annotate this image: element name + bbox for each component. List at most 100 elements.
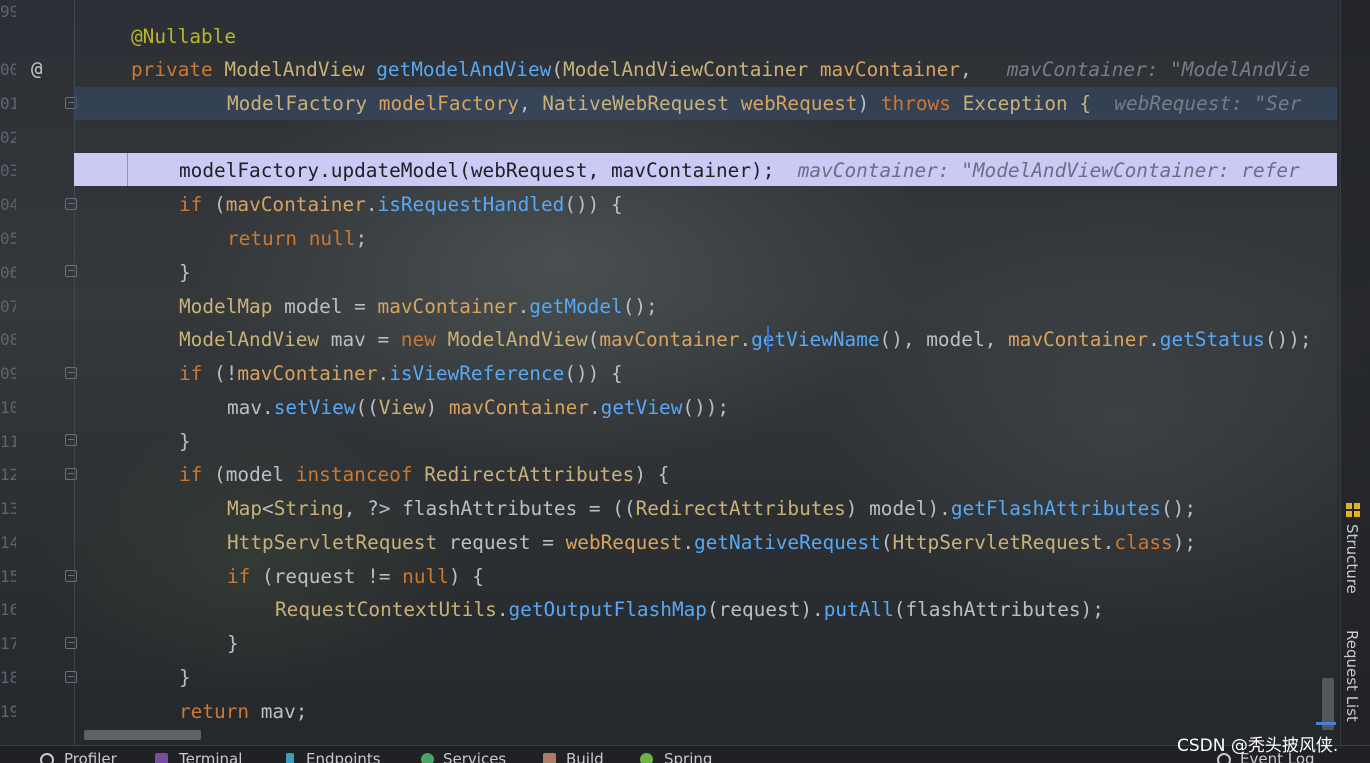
line-number-gutter[interactable]: 99 00 01 02 03 04 05 06 07 08 09 10 11 1… xyxy=(0,0,77,745)
punct: . xyxy=(377,362,390,385)
punct: ) xyxy=(857,92,870,115)
punct: (( xyxy=(355,396,379,419)
method-call: getView xyxy=(600,396,683,419)
watermark: CSDN @秃头披风侠. xyxy=(1177,736,1339,756)
method-call: getNativeRequest xyxy=(694,531,881,554)
horizontal-scrollbar-thumb[interactable] xyxy=(84,730,201,740)
keyword: if xyxy=(227,565,251,588)
fold-icon[interactable] xyxy=(65,671,77,683)
fold-icon[interactable] xyxy=(65,637,77,649)
punct: (flashAttributes); xyxy=(893,598,1104,621)
structure-icon xyxy=(1346,503,1360,517)
code-line-current: modelFactory.updateModel(webRequest, mav… xyxy=(179,154,1300,188)
endpoints-tab[interactable]: Endpoints xyxy=(306,750,381,763)
override-icon[interactable]: @ xyxy=(31,56,42,82)
spring-tab[interactable]: Spring xyxy=(664,750,712,763)
fold-icon[interactable] xyxy=(65,468,77,480)
type-name: RedirectAttributes xyxy=(635,497,846,520)
code-line: return mav; xyxy=(179,695,307,729)
bottom-tool-window-bar: Profiler Terminal Endpoints Services Bui… xyxy=(0,745,1370,763)
punct: . xyxy=(588,396,601,419)
scroll-position-marker xyxy=(1316,722,1336,725)
punct: ()); xyxy=(1264,328,1312,351)
punct: . xyxy=(1102,531,1115,554)
type-name: RedirectAttributes xyxy=(424,463,635,486)
type-name: ModelAndView xyxy=(224,58,365,81)
code-line: if (request != null) { xyxy=(227,560,484,594)
method-call: getOutputFlashMap xyxy=(508,598,707,621)
type-name: HttpServletRequest xyxy=(892,531,1103,554)
line-number: 13 xyxy=(0,499,16,518)
line-number: 19 xyxy=(0,702,16,721)
type-name: ModelAndView xyxy=(447,328,588,351)
structure-tab[interactable]: Structure xyxy=(1343,524,1361,594)
line-number: 03 xyxy=(0,161,16,180)
keyword: class xyxy=(1114,531,1173,554)
method-call: getStatus xyxy=(1159,328,1265,351)
type-name: View xyxy=(378,396,426,419)
type-name: HttpServletRequest xyxy=(227,531,438,554)
punct: (! xyxy=(214,362,238,385)
services-tab[interactable]: Services xyxy=(443,750,506,763)
code-line: if (model instanceof RedirectAttributes)… xyxy=(179,458,669,492)
method-call: isRequestHandled xyxy=(377,193,565,216)
code-line: private ModelAndView getModelAndView(Mod… xyxy=(131,53,1310,87)
code-line: mav.setView((View) mavContainer.getView(… xyxy=(227,391,729,425)
profiler-tab[interactable]: Profiler xyxy=(64,750,117,763)
fold-icon[interactable] xyxy=(65,434,77,446)
code-line: } xyxy=(179,666,191,689)
line-number: 15 xyxy=(0,567,16,586)
punct: ()); xyxy=(682,396,730,419)
keyword: if xyxy=(179,362,203,385)
line-number: 04 xyxy=(0,195,16,214)
punct: ) { xyxy=(448,565,484,588)
keyword: if xyxy=(179,193,203,216)
param-name: mavContainer xyxy=(819,58,960,81)
statement: (), model, xyxy=(879,328,997,351)
method-call: getFlashAttributes xyxy=(950,497,1161,520)
param-name: mavContainer xyxy=(1007,328,1149,351)
statement: mav = xyxy=(330,328,390,351)
line-number: 99 xyxy=(0,2,16,21)
param-name: mavContainer xyxy=(599,328,740,351)
line-number: 17 xyxy=(0,634,16,653)
code-line: if (!mavContainer.isViewReference()) { xyxy=(179,357,623,391)
terminal-tab[interactable]: Terminal xyxy=(179,750,242,763)
code-line: return null; xyxy=(227,222,367,256)
type-name: Exception { xyxy=(962,92,1092,115)
fold-icon[interactable] xyxy=(65,570,77,582)
type-name: RequestContextUtils xyxy=(275,598,497,621)
type-name: ModelMap xyxy=(179,295,273,318)
build-tab[interactable]: Build xyxy=(566,750,604,763)
line-number: 09 xyxy=(0,364,16,383)
punct: ( xyxy=(551,58,564,81)
fold-icon[interactable] xyxy=(65,265,77,277)
statement: ) model). xyxy=(845,497,951,520)
method-call: putAll xyxy=(823,598,894,621)
punct: ) xyxy=(425,396,438,419)
punct: , xyxy=(959,58,972,81)
code-line: } xyxy=(179,261,191,284)
inline-debug-value: mavContainer: "ModelAndVie xyxy=(1006,58,1311,81)
statement: (request != xyxy=(262,565,391,588)
method-call: isViewReference xyxy=(389,362,565,385)
code-editor[interactable]: @Nullable private ModelAndView getModelA… xyxy=(84,0,1340,745)
code-line: } xyxy=(227,632,239,655)
line-number: 18 xyxy=(0,668,16,687)
code-line-annotation: @Nullable xyxy=(131,25,237,48)
request-list-tab[interactable]: Request List xyxy=(1343,630,1361,722)
method-name: getModelAndView xyxy=(376,58,552,81)
fold-icon[interactable] xyxy=(65,367,77,379)
statement: mav; xyxy=(260,700,308,723)
line-number: 02 xyxy=(0,128,16,147)
type-name: String xyxy=(273,497,344,520)
type-name: Map xyxy=(227,497,263,520)
code-line: ModelFactory modelFactory, NativeWebRequ… xyxy=(227,87,1301,121)
fold-icon[interactable] xyxy=(65,198,77,210)
code-line: ModelAndView mav = new ModelAndView(mavC… xyxy=(179,323,1312,357)
line-number: 14 xyxy=(0,533,16,552)
punct: . xyxy=(517,295,530,318)
statement: (request). xyxy=(706,598,824,621)
statement: , ?> flashAttributes = (( xyxy=(343,497,636,520)
type-name: NativeWebRequest xyxy=(542,92,730,115)
